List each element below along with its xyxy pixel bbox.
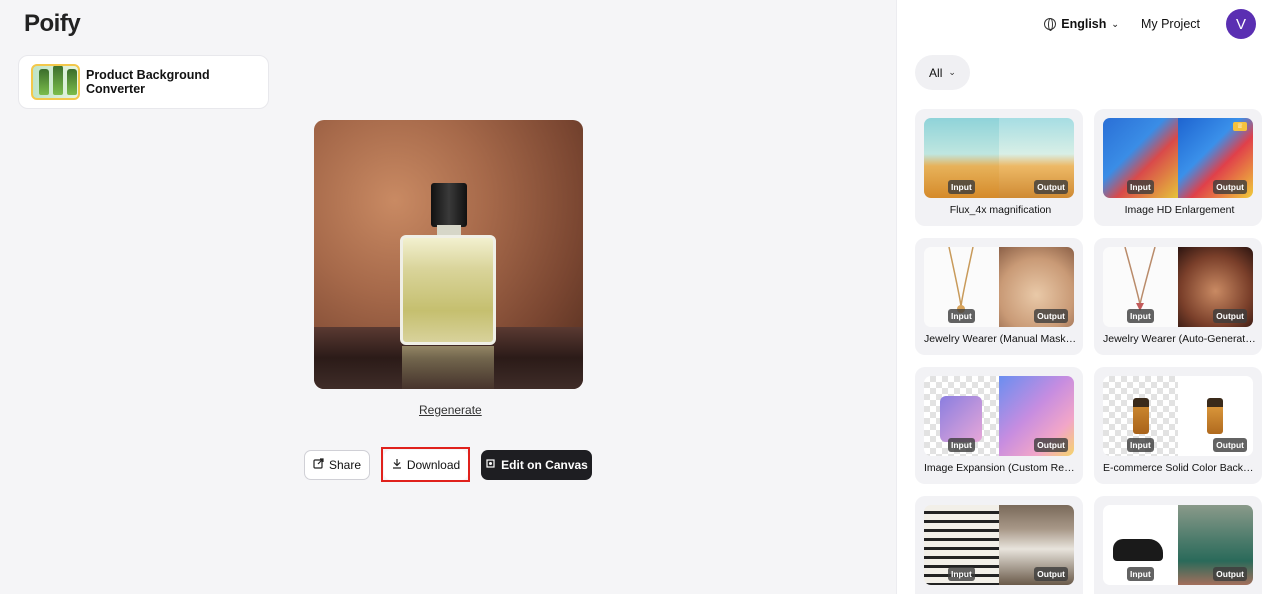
input-tag: Input <box>1127 309 1154 323</box>
tool-selector[interactable]: Product Background Converter <box>18 55 269 109</box>
output-tag: Output <box>1213 438 1247 452</box>
main-panel: Poify Product Background Converter Regen… <box>0 0 896 594</box>
template-card[interactable]: Input Output <box>915 496 1083 594</box>
tool-title: Product Background Converter <box>85 68 210 96</box>
input-tag: Input <box>948 180 975 194</box>
input-tag: Input <box>1127 567 1154 581</box>
input-tag: Input <box>1127 438 1154 452</box>
poify-logo[interactable]: Poify <box>24 10 81 38</box>
top-nav: English ⌄ My Project V <box>1044 9 1256 39</box>
input-tag: Input <box>948 438 975 452</box>
share-icon <box>313 458 324 472</box>
logo-text: Poify <box>24 10 81 37</box>
premium-crown-icon: ♕ <box>1233 122 1247 131</box>
input-tag: Input <box>948 567 975 581</box>
template-thumbnail: Input Output <box>924 505 1074 585</box>
template-label: Image Expansion (Custom Reso... <box>924 462 1077 474</box>
template-card[interactable]: Input Output <box>1094 496 1262 594</box>
template-label: Image HD Enlargement <box>1124 204 1235 216</box>
avatar[interactable]: V <box>1226 9 1256 39</box>
template-label: Jewelry Wearer (Manual Mask ... <box>924 333 1077 345</box>
output-tag: Output <box>1213 180 1247 194</box>
template-card[interactable]: Input ♕ Output Image HD Enlargement <box>1094 109 1262 226</box>
template-thumbnail: Input Output <box>1103 505 1253 585</box>
template-card[interactable]: Input Output Jewelry Wearer (Manual Mask… <box>915 238 1083 355</box>
my-project-link[interactable]: My Project <box>1141 17 1200 31</box>
canvas-icon <box>485 458 496 472</box>
language-selector[interactable]: English ⌄ <box>1044 17 1119 31</box>
share-button[interactable]: Share <box>304 450 370 480</box>
language-label: English <box>1061 17 1107 31</box>
globe-icon <box>1044 18 1057 31</box>
template-label: Flux_4x magnification <box>949 204 1052 216</box>
output-tag: Output <box>1213 567 1247 581</box>
template-thumbnail: Input Output <box>1103 247 1253 327</box>
template-card[interactable]: Input Output Jewelry Wearer (Auto-Genera… <box>1094 238 1262 355</box>
result-image[interactable] <box>314 120 583 389</box>
template-thumbnail: Input Output <box>924 376 1074 456</box>
tool-thumbnail <box>31 64 80 100</box>
input-tag: Input <box>948 309 975 323</box>
share-label: Share <box>328 458 362 472</box>
input-tag: Input <box>1127 180 1154 194</box>
download-icon <box>392 458 402 472</box>
template-card[interactable]: Input Output Flux_4x magnification <box>915 109 1083 226</box>
template-card[interactable]: Input Output Image Expansion (Custom Res… <box>915 367 1083 484</box>
output-tag: Output <box>1213 309 1247 323</box>
category-filter[interactable]: All ⌄ <box>915 55 970 90</box>
download-button[interactable]: Download <box>384 450 468 480</box>
template-card[interactable]: Input Output E-commerce Solid Color Back… <box>1094 367 1262 484</box>
template-thumbnail: Input ♕ Output <box>1103 118 1253 198</box>
output-tag: Output <box>1034 180 1068 194</box>
download-label: Download <box>406 458 461 472</box>
template-thumbnail: Input Output <box>924 118 1074 198</box>
chevron-down-icon: ⌄ <box>1111 18 1119 29</box>
regenerate-link[interactable]: Regenerate <box>419 403 482 417</box>
template-thumbnail: Input Output <box>1103 376 1253 456</box>
chevron-down-icon: ⌄ <box>948 67 956 77</box>
template-label: Jewelry Wearer (Auto-Generate... <box>1103 333 1256 345</box>
filter-label: All <box>929 65 943 80</box>
edit-on-canvas-button[interactable]: Edit on Canvas <box>481 450 592 480</box>
output-tag: Output <box>1034 438 1068 452</box>
output-tag: Output <box>1034 567 1068 581</box>
edit-label: Edit on Canvas <box>501 458 588 472</box>
template-thumbnail: Input Output <box>924 247 1074 327</box>
template-label: E-commerce Solid Color Backgr... <box>1103 462 1256 474</box>
output-tag: Output <box>1034 309 1068 323</box>
